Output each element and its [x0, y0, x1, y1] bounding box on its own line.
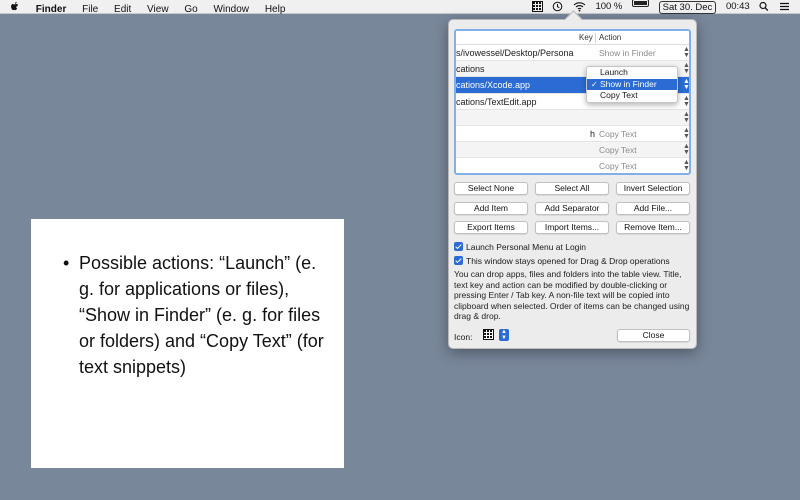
import-items-button[interactable]: Import Items... — [535, 221, 609, 234]
control-center-icon[interactable] — [779, 0, 790, 17]
menu-time[interactable]: 00:43 — [726, 0, 750, 14]
row-path: cations/Xcode.app — [456, 80, 531, 91]
search-icon[interactable] — [759, 0, 769, 17]
launch-at-login-label[interactable]: Launch Personal Menu at Login — [466, 242, 586, 252]
battery-percent: 100 % — [595, 1, 623, 12]
icon-select-arrows-icon[interactable]: ▲ ▼ — [499, 329, 509, 341]
column-divider — [595, 33, 596, 43]
action-popup-arrows-icon[interactable]: ▲ ▼ — [683, 62, 689, 75]
menu-icon-preview-grid-icon[interactable] — [483, 329, 494, 340]
add-file-button[interactable]: Add File... — [616, 202, 690, 215]
menu-app-name[interactable]: Finder — [36, 3, 67, 17]
add-separator-button[interactable]: Add Separator — [535, 202, 609, 215]
checkmark-icon: ✓ — [591, 79, 598, 89]
table-row[interactable]: h Copy Text ▲ ▼ — [456, 126, 689, 143]
menu-file[interactable]: File — [82, 3, 98, 17]
add-item-button[interactable]: Add Item — [454, 202, 528, 215]
dropdown-option-launch[interactable]: Launch — [587, 67, 677, 79]
table-row[interactable]: ▲ ▼ — [456, 109, 689, 126]
row-path: cations — [456, 64, 485, 75]
row-action[interactable]: Copy Text — [599, 126, 637, 142]
dropdown-option-label: Launch — [600, 67, 628, 77]
stays-open-label[interactable]: This window stays opened for Drag & Drop… — [466, 256, 670, 266]
feature-slide: Possible actions: “Launch” (e. g. for ap… — [31, 219, 344, 468]
menu-edit[interactable]: Edit — [114, 3, 131, 17]
row-key: h — [589, 128, 595, 139]
dropdown-option-label: Copy Text — [600, 90, 638, 100]
apple-icon[interactable] — [10, 0, 20, 17]
dropdown-option-copy-text[interactable]: Copy Text — [587, 90, 677, 102]
table-row[interactable]: Copy Text ▲ ▼ — [456, 158, 689, 173]
menu-bar-left: Finder File Edit View Go Window Help — [10, 0, 298, 17]
invert-selection-button[interactable]: Invert Selection — [616, 182, 690, 195]
menu-go[interactable]: Go — [184, 3, 197, 17]
stays-open-checkbox[interactable] — [454, 256, 463, 265]
row-action[interactable]: Copy Text — [599, 158, 637, 173]
action-popup-arrows-icon[interactable]: ▲ ▼ — [683, 143, 689, 156]
menu-date[interactable]: Sat 30. Dec — [658, 1, 717, 14]
menu-help[interactable]: Help — [265, 3, 286, 17]
time-machine-icon[interactable] — [552, 0, 563, 17]
feature-bullet: Possible actions: “Launch” (e. g. for ap… — [63, 250, 324, 380]
action-popup-arrows-icon[interactable]: ▲ ▼ — [683, 78, 689, 91]
menu-window[interactable]: Window — [213, 3, 249, 17]
action-popup-arrows-icon[interactable]: ▲ ▼ — [683, 95, 689, 108]
icon-label: Icon: — [454, 332, 473, 342]
menu-bar-extras: 100 % Sat 30. Dec 00:43 — [525, 0, 790, 14]
personal-menu-grid-icon[interactable] — [531, 1, 543, 12]
dropdown-option-show-in-finder[interactable]: ✓ Show in Finder — [587, 78, 677, 90]
select-all-button[interactable]: Select All — [535, 182, 609, 195]
menu-bar: Finder File Edit View Go Window Help 100… — [0, 0, 800, 17]
remove-item-button[interactable]: Remove Item... — [616, 221, 690, 234]
column-header-action[interactable]: Action — [599, 33, 621, 42]
launch-at-login-checkbox[interactable] — [454, 242, 463, 251]
row-path: cations/TextEdit.app — [456, 96, 537, 107]
action-popup-arrows-icon[interactable]: ▲ ▼ — [683, 127, 689, 140]
launch-at-login-option[interactable]: Launch Personal Menu at Login — [454, 242, 586, 252]
table-row[interactable]: Copy Text ▲ ▼ — [456, 142, 689, 159]
row-path: s/ivowessel/Desktop/Persona... — [456, 48, 574, 58]
help-description: You can drop apps, files and folders int… — [454, 269, 690, 322]
row-action[interactable]: Copy Text — [599, 142, 637, 158]
action-popup-arrows-icon[interactable]: ▲ ▼ — [683, 159, 689, 172]
close-button[interactable]: Close — [617, 329, 690, 342]
column-header-key[interactable]: Key — [579, 33, 593, 42]
battery-icon[interactable] — [632, 0, 650, 7]
action-dropdown-menu[interactable]: Launch ✓ Show in Finder Copy Text — [586, 66, 678, 103]
table-row[interactable]: s/ivowessel/Desktop/Persona... Show in F… — [456, 45, 689, 62]
stays-open-option[interactable]: This window stays opened for Drag & Drop… — [454, 256, 670, 266]
menu-view[interactable]: View — [147, 3, 169, 17]
dropdown-option-label: Show in Finder — [600, 78, 657, 89]
feature-bullet-list: Possible actions: “Launch” (e. g. for ap… — [63, 250, 324, 380]
action-popup-arrows-icon[interactable]: ▲ ▼ — [683, 46, 689, 59]
action-popup-arrows-icon[interactable]: ▲ ▼ — [683, 111, 689, 124]
export-items-button[interactable]: Export Items — [454, 221, 528, 234]
select-none-button[interactable]: Select None — [454, 182, 528, 195]
row-action[interactable]: Show in Finder — [599, 45, 656, 61]
table-header: Key Action — [456, 31, 689, 45]
